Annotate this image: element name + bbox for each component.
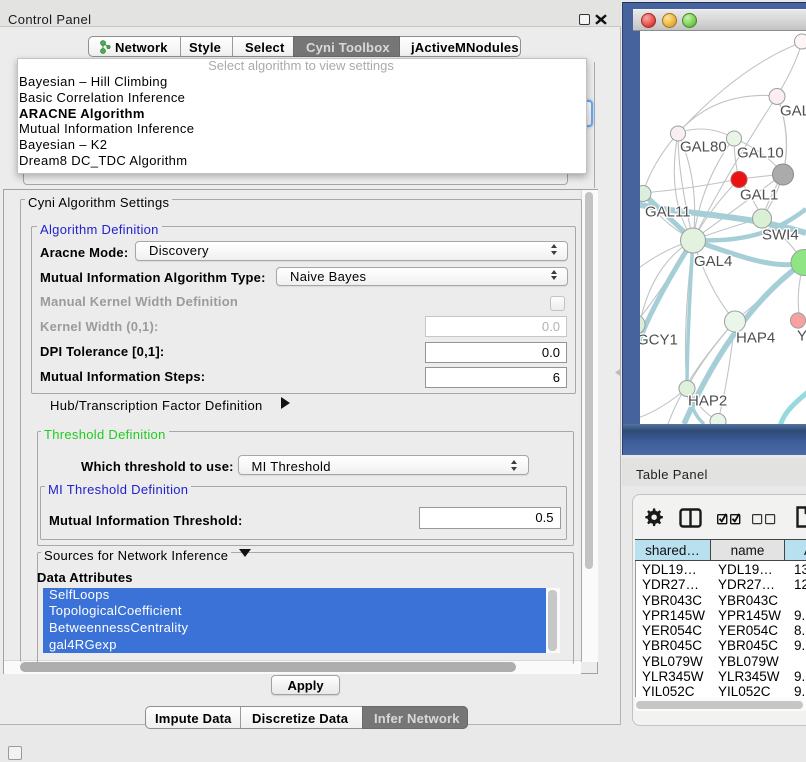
svg-text:HAP4: HAP4 xyxy=(736,330,775,347)
svg-text:GAL80: GAL80 xyxy=(680,139,727,156)
svg-text:SWI4: SWI4 xyxy=(762,227,799,244)
svg-text:GCY1: GCY1 xyxy=(640,332,678,349)
svg-text:YM: YM xyxy=(797,328,806,345)
svg-text:GAL1: GAL1 xyxy=(740,187,778,204)
svg-text:GAL11: GAL11 xyxy=(645,204,691,221)
svg-text:HAP2: HAP2 xyxy=(688,393,727,410)
svg-text:GAL10: GAL10 xyxy=(737,145,784,162)
svg-text:GAL4: GAL4 xyxy=(694,253,732,270)
svg-text:GAL2: GAL2 xyxy=(780,103,806,120)
